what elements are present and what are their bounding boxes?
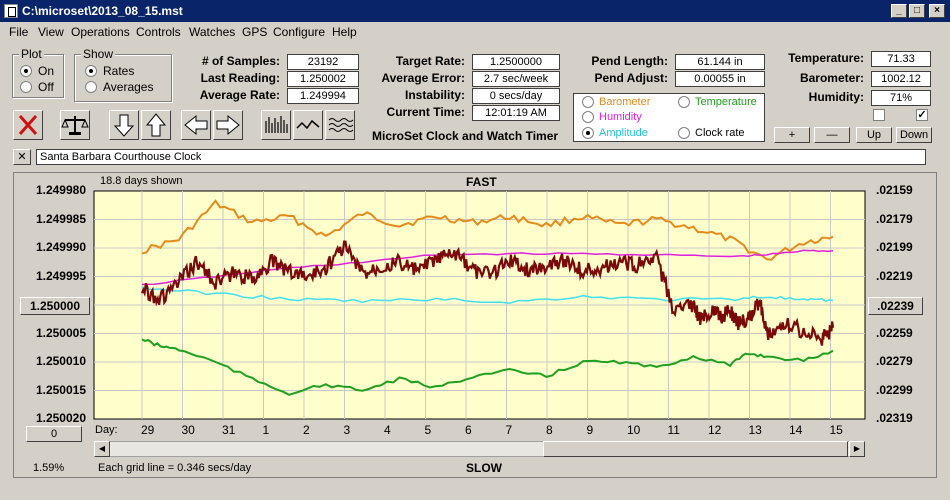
day-tick-label: 11 (667, 423, 680, 437)
x-offset-button[interactable]: 0 (26, 426, 82, 442)
y-tick-right: .02279 (876, 354, 913, 368)
day-tick-label: 1 (262, 423, 270, 437)
percent-label: 1.59% (33, 462, 65, 474)
days-shown-label: 18.8 days shown (100, 175, 183, 187)
y-tick-left: 1.250020 (35, 411, 86, 425)
day-tick-label: 10 (627, 423, 641, 437)
scroll-thumb[interactable] (543, 441, 848, 457)
day-tick-label: 15 (829, 423, 843, 437)
y-tick-left: 1.250010 (35, 354, 86, 368)
fast-label: FAST (466, 175, 497, 189)
grid-note: Each grid line = 0.346 secs/day (98, 462, 252, 474)
day-tick-label: 9 (586, 423, 594, 437)
day-tick-label: 8 (546, 423, 553, 437)
day-tick-label: 4 (384, 423, 391, 437)
y-tick-left: 1.249985 (35, 211, 86, 226)
y-tick-right: .02219 (876, 268, 913, 283)
day-tick-label: 13 (748, 423, 762, 437)
y-center-right-button[interactable]: .02239 (868, 297, 923, 315)
day-tick-label: 2 (303, 423, 310, 437)
y-tick-left: 1.249990 (35, 240, 86, 254)
day-tick-label: 3 (343, 423, 351, 437)
day-tick-label: 6 (465, 423, 472, 437)
y-tick-left: 1.249995 (35, 268, 86, 283)
y-tick-right: .02259 (876, 325, 913, 340)
day-tick-label: 14 (789, 423, 803, 437)
day-tick-label: 12 (708, 423, 722, 437)
y-tick-right: .02319 (876, 411, 913, 425)
y-tick-right: .02299 (876, 382, 913, 397)
y-tick-left: 1.249980 (35, 183, 86, 197)
day-prefix-label: Day: (95, 424, 118, 436)
day-tick-label: 29 (141, 423, 155, 437)
y-tick-right: .02199 (876, 240, 913, 254)
day-tick-label: 30 (181, 423, 195, 437)
y-tick-right: .02179 (876, 211, 913, 226)
scroll-left-button[interactable]: ◀ (94, 441, 110, 457)
scroll-right-button[interactable]: ▶ (849, 441, 865, 457)
day-tick-label: 7 (505, 423, 513, 437)
y-center-left-button[interactable]: 1.250000 (20, 297, 90, 315)
day-tick-label: 5 (424, 423, 432, 437)
day-tick-label: 31 (222, 423, 236, 437)
y-tick-right: .02159 (876, 183, 913, 197)
y-tick-left: 1.250005 (35, 325, 86, 340)
slow-label: SLOW (466, 461, 502, 475)
y-tick-left: 1.250015 (35, 382, 86, 397)
